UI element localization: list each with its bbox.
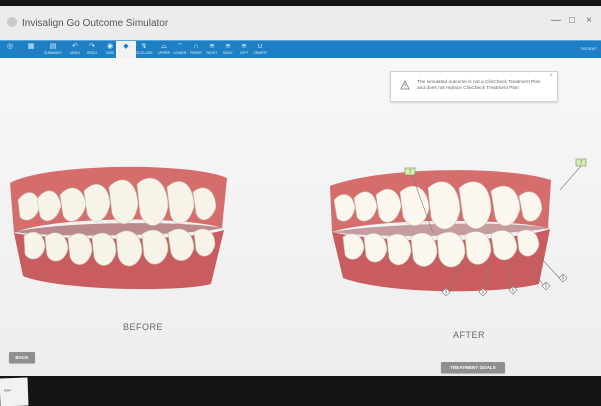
- toolbar: ◎ ▦ ▤ SUMMARY ↶ UNDO ↷ REDO ◉ SIZE ◆ ↯ OCCLUD…: [0, 40, 601, 59]
- title-bar: Invisalign Go Outcome Simulator — □ ×: [0, 6, 601, 40]
- redo-icon: ↷: [89, 43, 95, 50]
- marker-upper-left-text: 7: [409, 170, 412, 176]
- redo-button[interactable]: ↷ REDO: [82, 41, 102, 58]
- marker-lower-2-text: 5: [482, 290, 485, 296]
- back-button[interactable]: BACK: [9, 352, 35, 363]
- minimize-button[interactable]: —: [551, 16, 561, 26]
- toolbar-right-label: PATIENT: [580, 46, 597, 51]
- treatment-goals-button[interactable]: TREATMENT GOALS: [441, 362, 505, 373]
- diamond-icon: ◆: [123, 43, 129, 50]
- maximize-button[interactable]: □: [567, 16, 577, 26]
- treatment-markers: 7 7 5 5 5 5 5: [404, 158, 587, 297]
- summary-icon: ▤: [49, 43, 57, 50]
- screen: Invisalign Go Outcome Simulator — □ × ◎ …: [0, 0, 601, 406]
- marker-upper-right-text: 7: [580, 161, 583, 167]
- sticky-note: iCam: [0, 377, 29, 406]
- summary-button[interactable]: ▤ SUMMARY: [43, 41, 63, 58]
- warning-icon: [400, 80, 410, 90]
- occlude-icon: ↯: [141, 43, 147, 50]
- app-logo-icon: [7, 17, 17, 27]
- arch-outline-icon: ∪: [257, 43, 263, 50]
- toolbar-item-1[interactable]: ◎: [0, 41, 20, 58]
- before-label: BEFORE: [123, 322, 164, 332]
- simulation-notice: The simulated outcome is not a ClinCheck…: [390, 71, 558, 102]
- marker-lower-1-text: 5: [445, 290, 448, 296]
- before-teeth-model[interactable]: [6, 158, 231, 293]
- target-icon: ◎: [6, 43, 14, 50]
- close-button[interactable]: ×: [584, 16, 594, 26]
- sticky-note-text: iCam: [3, 388, 12, 393]
- marker-lower-5-text: 5: [562, 276, 565, 282]
- toolbar-item-2[interactable]: ▦: [21, 41, 41, 58]
- notice-text: The simulated outcome is not a ClinCheck…: [417, 80, 541, 91]
- grid-icon: ▦: [27, 43, 35, 50]
- after-label: AFTER: [453, 330, 486, 340]
- notice-close-button[interactable]: ×: [549, 73, 553, 79]
- active-tool-button[interactable]: ◆: [116, 41, 136, 58]
- occlude-button[interactable]: ↯ OCCLUDE: [134, 41, 154, 58]
- window-title: Invisalign Go Outcome Simulator: [22, 18, 169, 29]
- marker-lower-4-text: 5: [545, 284, 548, 290]
- semitransparent-button[interactable]: ∪ SEMITR: [250, 41, 270, 58]
- marker-lower-3-text: 5: [512, 288, 515, 294]
